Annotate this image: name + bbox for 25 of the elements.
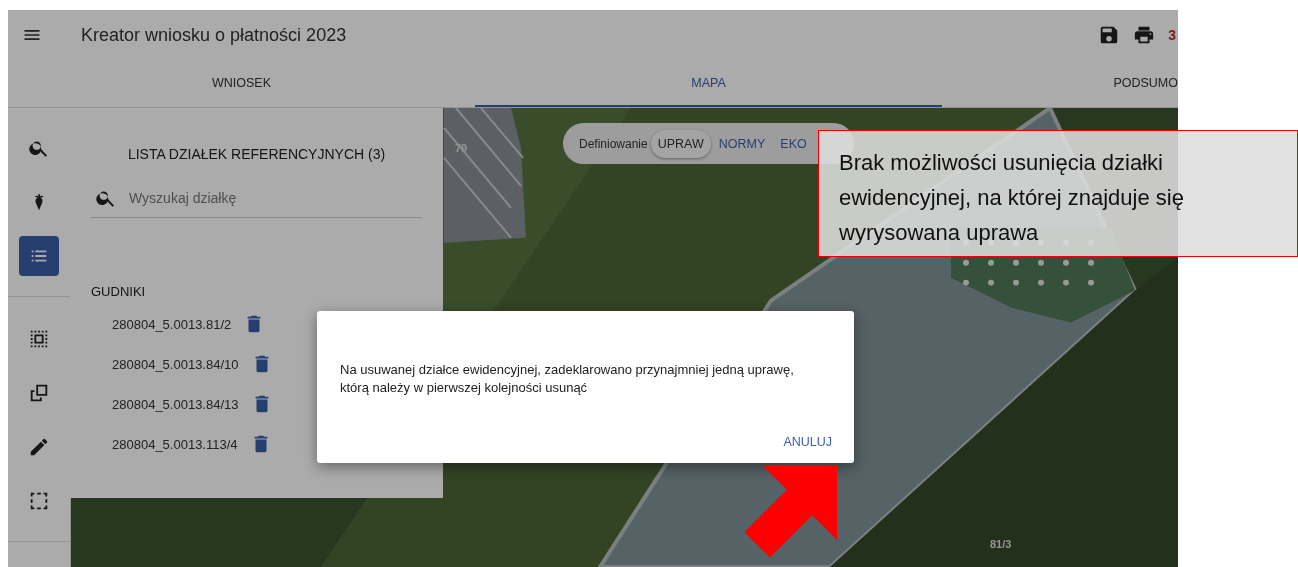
list-tool-button[interactable] <box>19 236 59 276</box>
parcel-id: 280804_5.0013.113/4 <box>112 436 238 452</box>
mode-label: Definiowanie <box>579 136 648 151</box>
app-title: Kreator wniosku o płatności 2023 <box>81 24 348 46</box>
parcel-number-label: 79 <box>455 142 468 154</box>
parcel-id: 280804_5.0013.84/13 <box>112 396 239 412</box>
selection-icon <box>28 328 50 350</box>
tab[interactable]: WNIOSEK <box>8 60 475 107</box>
mode-option[interactable]: EKO <box>773 129 814 158</box>
panel-title: LISTA DZIAŁEK REFERENCYJNYCH (3) <box>126 146 387 162</box>
tab[interactable]: PODSUMO <box>942 60 1178 107</box>
copy-icon <box>28 382 50 404</box>
cancel-button[interactable]: ANULUJ <box>783 431 832 453</box>
notification-count: 3 <box>1168 27 1176 43</box>
mode-option[interactable]: UPRAW <box>650 129 711 158</box>
parcel-id: 280804_5.0013.81/2 <box>112 316 232 332</box>
parcel-number-label: 81/3 <box>990 538 1012 550</box>
mode-option[interactable]: NORMY <box>711 129 773 158</box>
parcel-search-field[interactable]: Wyszukaj działkę <box>127 189 411 207</box>
parcel-id: 280804_5.0013.84/10 <box>112 356 239 372</box>
pencil-icon <box>28 436 50 458</box>
dialog-message: Na usuwanej działce ewidencyjnej, zadeklarowano przynajmniej jedną uprawę, którą należy w pierwszej kolejności usunąć <box>340 361 795 397</box>
annotation-callout: Brak możliwości usunięcia działki ewidencyjnej, na której znajduje się wyrysowana uprawa <box>818 130 1298 257</box>
print-icon[interactable] <box>1133 24 1156 46</box>
group-heading: GUDNIKI <box>91 284 147 299</box>
